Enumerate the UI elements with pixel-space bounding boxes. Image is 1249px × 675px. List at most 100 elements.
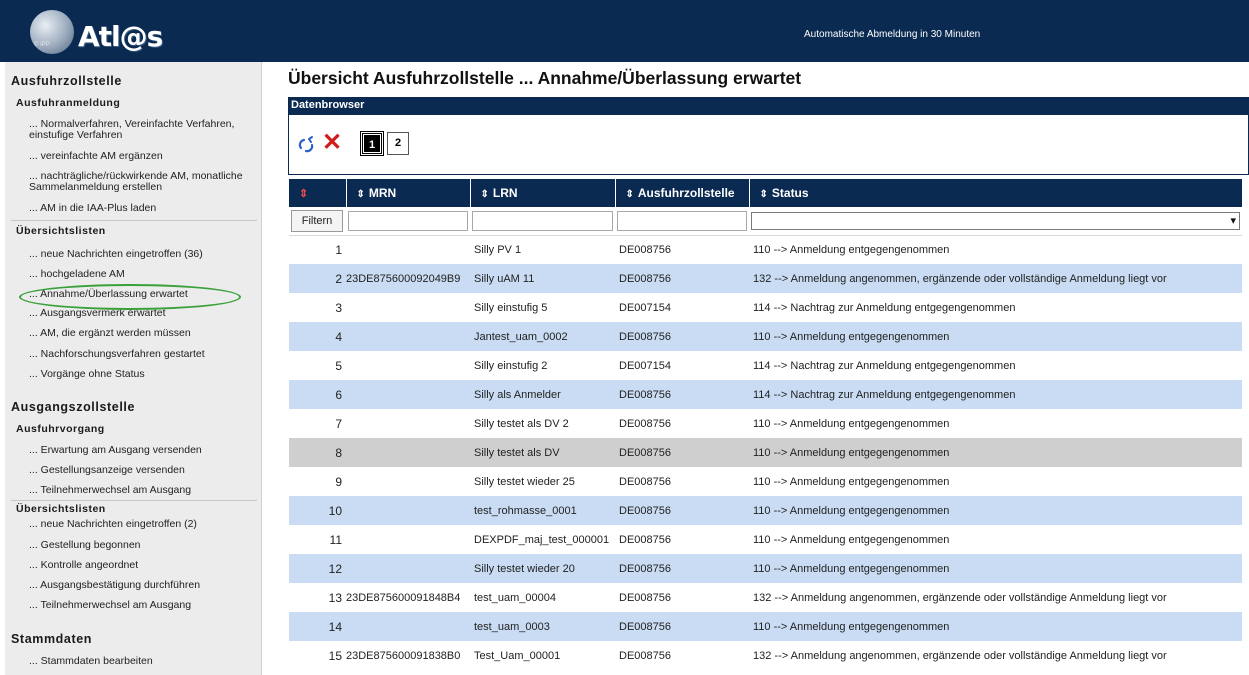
cell-lrn: Silly einstufig 5 [470,293,615,322]
sidebar-item-gestellungsanzeige[interactable]: ... Gestellungsanzeige versenden [29,465,261,476]
sidebar-item-erwartung-ausgang[interactable]: ... Erwartung am Ausgang versenden [29,445,261,456]
sort-icon: ⇕ [299,188,309,200]
sidebar-item-normalverfahren[interactable]: ... Normalverfahren, Vereinfachte Verfah… [29,119,261,141]
filter-input-mrn[interactable] [348,210,468,231]
cell-ausfuhrzollstelle: DE008756 [615,583,749,612]
cell-status: 110 --> Anmeldung entgegengenommen [749,496,1242,525]
column-header-label: Status [771,186,809,200]
sidebar-item-am-ergaenzt[interactable]: ... AM, die ergänzt werden müssen [29,328,261,339]
sidebar-item-vereinfachte-am-ergaenzen[interactable]: ... vereinfachte AM ergänzen [29,151,261,162]
cell-status: 132 --> Anmeldung angenommen, ergänzende… [749,641,1242,670]
cell-lrn: test_rohmasse_0001 [470,496,615,525]
sidebar-item-teilnehmerwechsel-2[interactable]: ... Teilnehmerwechsel am Ausgang [29,600,261,611]
cell-mrn: 23DE875600091848B4 [346,583,470,612]
table-row[interactable]: 7 Silly testet als DV 2 DE008756 110 --> An… [289,409,1242,438]
chevron-down-icon: ▾ [1230,214,1236,227]
column-header-status[interactable]: ⇕ Status [749,179,1242,207]
table-row[interactable]: 5 Silly einstufig 2 DE007154 114 --> Nachtr… [289,351,1242,380]
sidebar-divider [11,500,257,501]
table-row[interactable]: 15 23DE875600091838B0 Test_Uam_00001 DE0087… [289,641,1242,670]
cell-mrn: 23DE875600091838B0 [346,641,470,670]
row-number: 2 [289,264,346,293]
sidebar-item-gestellung-begonnen[interactable]: ... Gestellung begonnen [29,540,261,551]
column-header-lrn[interactable]: ⇕ LRN [470,179,616,207]
cell-mrn [346,380,470,409]
column-header-label: MRN [368,186,397,200]
row-number: 11 [289,525,346,554]
column-header-index[interactable]: ⇕ [289,179,347,207]
atlas-logo[interactable]: Atl@s © IPP [30,8,163,56]
column-header-ausfuhrzollstelle[interactable]: ⇕ Ausfuhrzollstelle [615,179,750,207]
delete-icon[interactable]: ✕ [322,131,342,155]
cell-mrn [346,322,470,351]
page-button-2[interactable]: 2 [387,132,409,155]
refresh-link-icon[interactable] [297,135,317,155]
sidebar-item-hochgeladene-am[interactable]: ... hochgeladene AM [29,269,261,280]
cell-status: 114 --> Nachtrag zur Anmeldung entgegeng… [749,351,1242,380]
sidebar-item-teilnehmerwechsel[interactable]: ... Teilnehmerwechsel am Ausgang [29,485,261,496]
cell-ausfuhrzollstelle: DE007154 [615,351,749,380]
row-number: 6 [289,380,346,409]
sidebar-item-kontrolle-angeordnet[interactable]: ... Kontrolle angeordnet [29,560,261,571]
row-number: 9 [289,467,346,496]
sidebar-item-nachtraegliche-am[interactable]: ... nachträgliche/rückwirkende AM, monat… [29,171,261,193]
cell-lrn: Silly testet wieder 20 [470,554,615,583]
cell-mrn [346,235,470,264]
table-row[interactable]: 3 Silly einstufig 5 DE007154 114 --> Nachtr… [289,293,1242,322]
table-row[interactable]: 6 Silly als Anmelder DE008756 114 --> Nacht… [289,380,1242,409]
app-header: Atl@s © IPP Automatische Abmeldung in 30… [0,0,1249,62]
cell-status: 110 --> Anmeldung entgegengenommen [749,467,1242,496]
cell-mrn [346,554,470,583]
sidebar-divider [11,220,257,221]
table-row[interactable]: 14 test_uam_0003 DE008756 110 --> Anmeldung… [289,612,1242,641]
row-number: 13 [289,583,346,612]
cell-mrn [346,496,470,525]
sidebar-item-stammdaten-bearbeiten[interactable]: ... Stammdaten bearbeiten [29,656,261,667]
sort-icon: ⇕ [625,189,634,200]
filter-row: Filtern ▾ [289,207,1242,236]
sort-icon: ⇕ [480,189,489,200]
table-row[interactable]: 4 Jantest_uam_0002 DE008756 110 --> Anmeldu… [289,322,1242,351]
page-button-1[interactable]: 1 [360,131,384,156]
results-table: ⇕ ⇕ MRN ⇕ LRN ⇕ Ausfuhrzollstelle ⇕ Status F… [289,179,1242,670]
cell-status: 110 --> Anmeldung entgegengenommen [749,322,1242,351]
filter-input-ausfuhrzollstelle[interactable] [617,210,747,231]
cell-ausfuhrzollstelle: DE007154 [615,293,749,322]
cell-ausfuhrzollstelle: DE008756 [615,641,749,670]
sort-icon: ⇕ [759,189,768,200]
cell-mrn [346,293,470,322]
sidebar-item-ausgangsbestaetigung[interactable]: ... Ausgangsbestätigung durchführen [29,580,261,591]
table-row[interactable]: 11 DEXPDF_maj_test_000001 DE008756 110 --> … [289,525,1242,554]
row-number: 14 [289,612,346,641]
cell-lrn: Jantest_uam_0002 [470,322,615,351]
cell-status: 114 --> Nachtrag zur Anmeldung entgegeng… [749,380,1242,409]
sidebar-item-nachforschungsverfahren[interactable]: ... Nachforschungsverfahren gestartet [29,349,261,360]
filter-input-lrn[interactable] [472,210,613,231]
cell-status: 114 --> Nachtrag zur Anmeldung entgegeng… [749,293,1242,322]
logo-text: Atl@s [78,20,163,53]
sidebar-item-vorgaenge-ohne-status[interactable]: ... Vorgänge ohne Status [29,369,261,380]
datenbrowser-toolbar: ✕ 1 2 [288,115,1249,175]
column-header-mrn[interactable]: ⇕ MRN [346,179,471,207]
column-header-label: LRN [492,186,518,200]
table-row[interactable]: 10 test_rohmasse_0001 DE008756 110 --> Anme… [289,496,1242,525]
table-row[interactable]: 9 Silly testet wieder 25 DE008756 110 --> A… [289,467,1242,496]
table-row[interactable]: 12 Silly testet wieder 20 DE008756 110 --> … [289,554,1242,583]
sidebar-nav: Ausfuhrzollstelle Ausfuhranmeldung ... N… [5,62,262,675]
cell-lrn: test_uam_00004 [470,583,615,612]
table-row[interactable]: 8 Silly testet als DV DE008756 110 --> Anme… [289,438,1242,467]
sidebar-item-neue-nachrichten[interactable]: ... neue Nachrichten eingetroffen (36) [29,249,261,260]
sidebar-section-ausgangszollstelle: Ausgangszollstelle [11,400,136,414]
filter-button[interactable]: Filtern [291,209,343,232]
cell-status: 110 --> Anmeldung entgegengenommen [749,235,1242,264]
cell-ausfuhrzollstelle: DE008756 [615,525,749,554]
cell-mrn [346,612,470,641]
table-row[interactable]: 13 23DE875600091848B4 test_uam_00004 DE0087… [289,583,1242,612]
filter-select-status[interactable]: ▾ [751,211,1240,230]
cell-lrn: DEXPDF_maj_test_000001 [470,525,615,554]
sidebar-item-neue-nachrichten-2[interactable]: ... neue Nachrichten eingetroffen (2) [29,519,261,530]
table-row[interactable]: 2 23DE875600092049B9 Silly uAM 11 DE008756 1… [289,264,1242,293]
cell-status: 132 --> Anmeldung angenommen, ergänzende… [749,583,1242,612]
table-row[interactable]: 1 Silly PV 1 DE008756 110 --> Anmeldung ent… [289,235,1242,264]
sidebar-item-am-iaa-plus[interactable]: ... AM in die IAA-Plus laden [29,203,261,214]
